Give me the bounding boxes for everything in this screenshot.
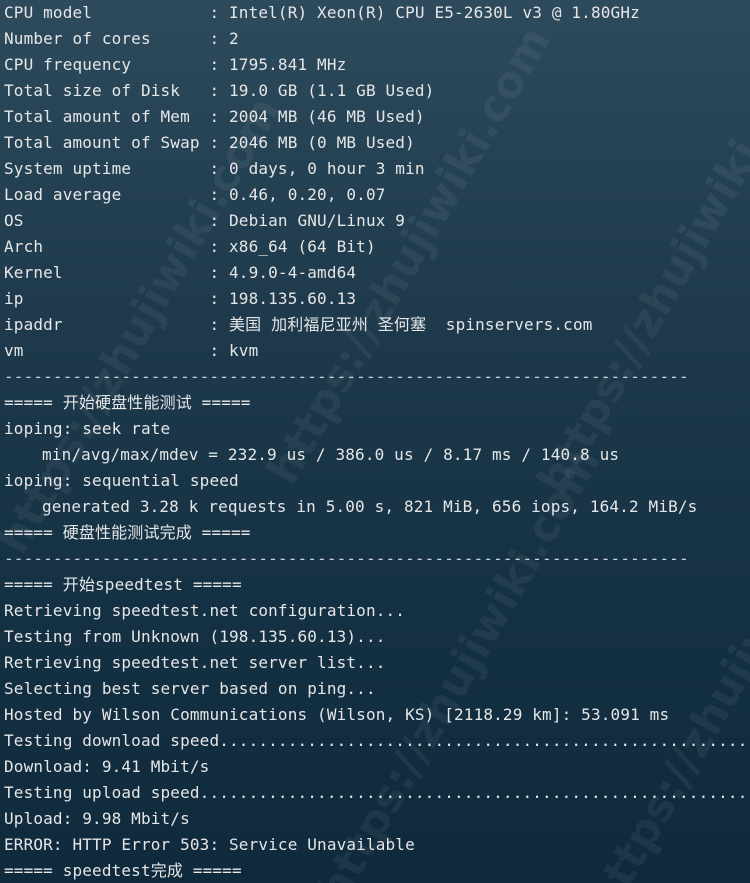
sysinfo-cpu-model: CPU model : Intel(R) Xeon(R) CPU E5-2630… xyxy=(4,3,640,22)
ioping-seek-result: min/avg/max/mdev = 232.9 us / 386.0 us /… xyxy=(42,445,620,464)
speedtest-line-select-server: Selecting best server based on ping... xyxy=(4,679,376,698)
disk-test-end: ===== 硬盘性能测试完成 ===== xyxy=(4,523,251,542)
sysinfo-ip: ip : 198.135.60.13 xyxy=(4,289,357,308)
ioping-seek-label: ioping: seek rate xyxy=(4,419,171,438)
speedtest-line-download-result: Download: 9.41 Mbit/s xyxy=(4,757,210,776)
sysinfo-vm: vm : kvm xyxy=(4,341,259,360)
speedtest-line-error: ERROR: HTTP Error 503: Service Unavailab… xyxy=(4,835,415,854)
sysinfo-ipaddr: ipaddr : 美国 加利福尼亚州 圣何塞 spinservers.com xyxy=(4,315,593,334)
terminal-window[interactable]: https://zhujiwiki.com https://zhujiwiki.… xyxy=(0,0,750,883)
sysinfo-cpu-frequency: CPU frequency : 1795.841 MHz xyxy=(4,55,347,74)
sysinfo-mem: Total amount of Mem : 2004 MB (46 MB Use… xyxy=(4,107,425,126)
speedtest-start: ===== 开始speedtest ===== xyxy=(4,575,242,594)
disk-test-start: ===== 开始硬盘性能测试 ===== xyxy=(4,393,251,412)
sysinfo-load: Load average : 0.46, 0.20, 0.07 xyxy=(4,185,386,204)
sysinfo-cores: Number of cores : 2 xyxy=(4,29,239,48)
speedtest-line-config: Retrieving speedtest.net configuration..… xyxy=(4,601,406,620)
speedtest-line-testing-from: Testing from Unknown (198.135.60.13)... xyxy=(4,627,386,646)
speedtest-line-testing-download: Testing download speed..................… xyxy=(4,731,750,750)
separator-1: ----------------------------------------… xyxy=(4,367,689,386)
ioping-seq-label: ioping: sequential speed xyxy=(4,471,239,490)
sysinfo-arch: Arch : x86_64 (64 Bit) xyxy=(4,237,376,256)
sysinfo-disk: Total size of Disk : 19.0 GB (1.1 GB Use… xyxy=(4,81,435,100)
speedtest-end: ===== speedtest完成 ===== xyxy=(4,861,242,880)
speedtest-line-upload-result: Upload: 9.98 Mbit/s xyxy=(4,809,190,828)
speedtest-line-testing-upload: Testing upload speed....................… xyxy=(4,783,750,802)
sysinfo-os: OS : Debian GNU/Linux 9 xyxy=(4,211,406,230)
sysinfo-uptime: System uptime : 0 days, 0 hour 3 min xyxy=(4,159,425,178)
ioping-seq-result: generated 3.28 k requests in 5.00 s, 821… xyxy=(42,497,698,516)
sysinfo-kernel: Kernel : 4.9.0-4-amd64 xyxy=(4,263,357,282)
separator-2: ----------------------------------------… xyxy=(4,549,689,568)
speedtest-line-hosted-by: Hosted by Wilson Communications (Wilson,… xyxy=(4,705,670,724)
sysinfo-swap: Total amount of Swap : 2046 MB (0 MB Use… xyxy=(4,133,415,152)
speedtest-line-server-list: Retrieving speedtest.net server list... xyxy=(4,653,386,672)
